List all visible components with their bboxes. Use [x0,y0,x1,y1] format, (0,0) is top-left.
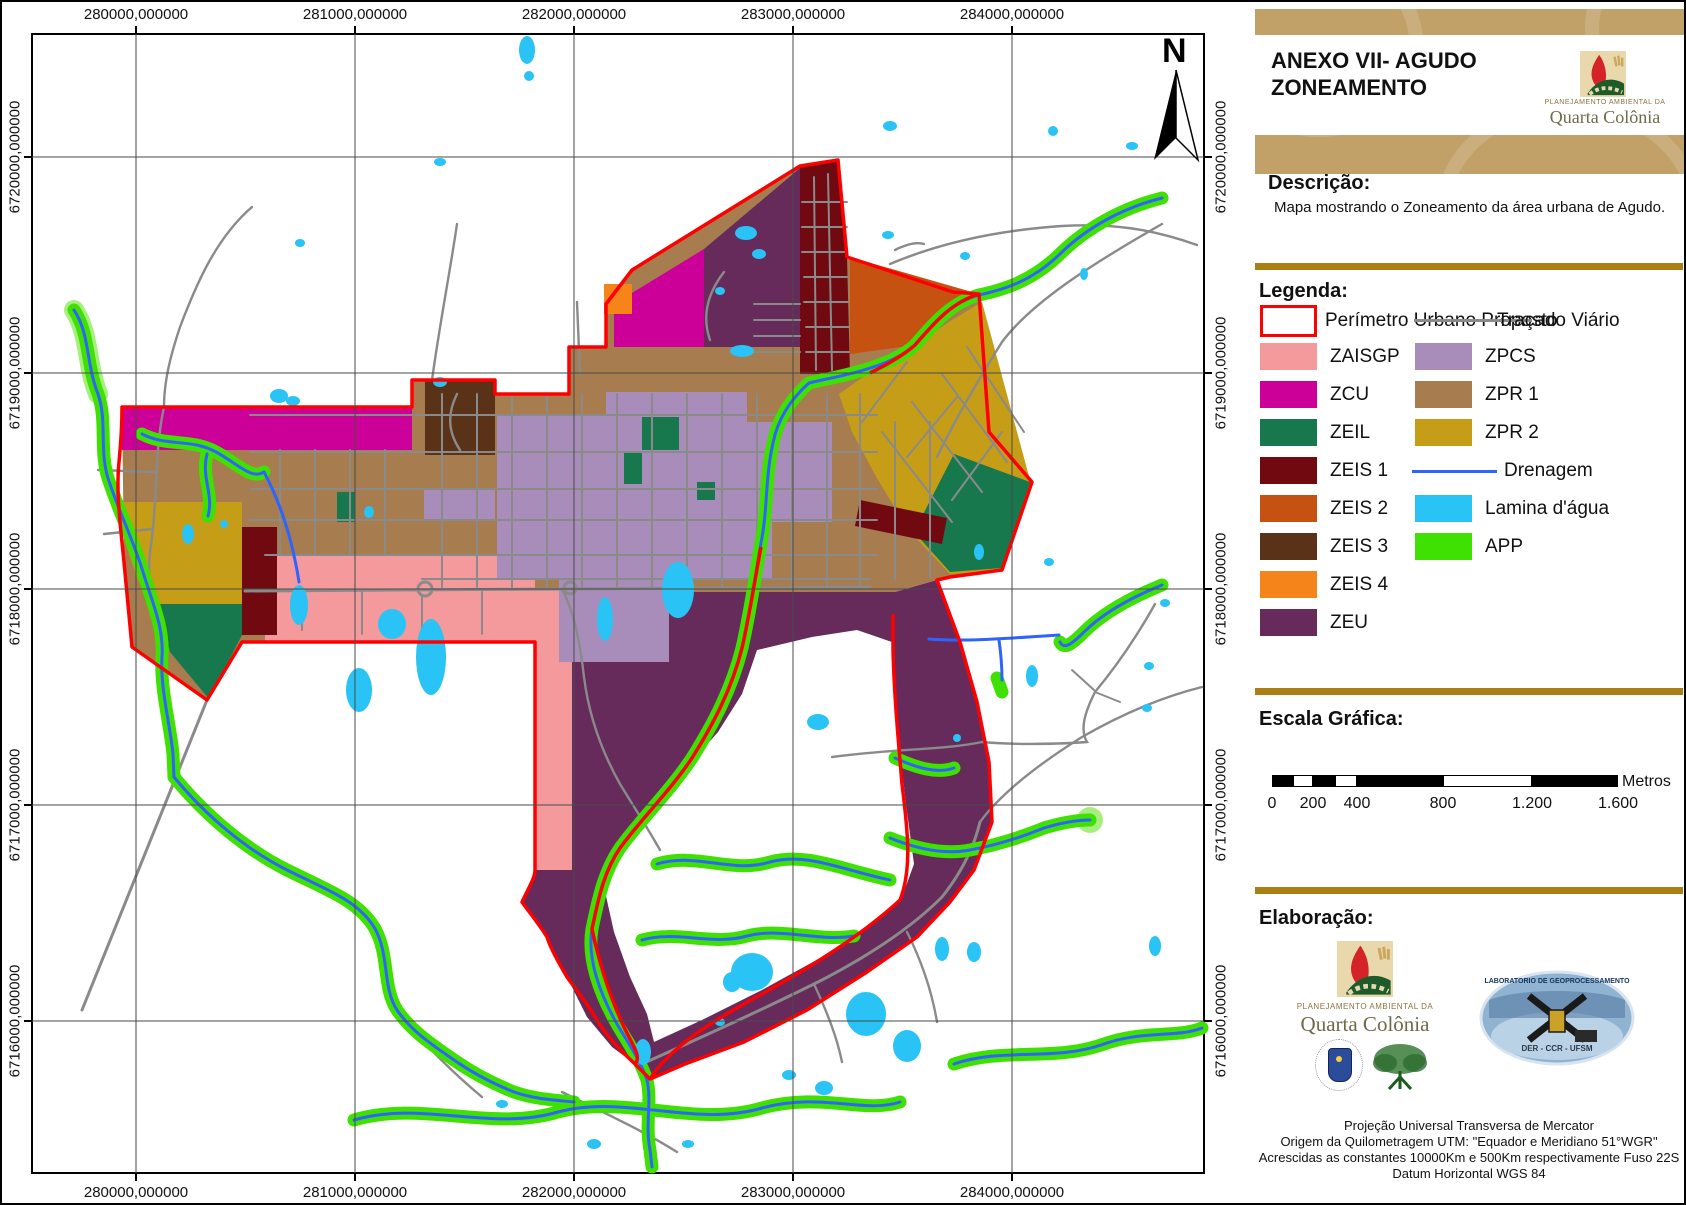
legend-swatch [1260,533,1317,560]
page-title: ANEXO VII- AGUDO ZONEAMENTO [1271,47,1477,101]
axis-label-y-right: 6718000,000000 [1213,533,1230,646]
scale-unit: Metros [1622,773,1671,791]
zone-zeil-block [642,417,679,450]
legend-swatch [1260,495,1317,522]
axis-label-x-bottom: 281000,000000 [303,1184,407,1201]
scale-label: 200 [1300,795,1327,813]
axis-label-y-left: 6719000,000000 [7,317,24,430]
scale-label: 400 [1344,795,1371,813]
legend-swatch [1415,419,1472,446]
axis-label-x-bottom: 280000,000000 [84,1184,188,1201]
scale-label: 1.200 [1512,795,1552,813]
zone-zeil-block [624,452,642,484]
legend-label: ZPR 1 [1485,384,1539,406]
legend-label: Drenagem [1504,460,1593,482]
axis-label-x-bottom: 283000,000000 [741,1184,845,1201]
axis-label-x-top: 284000,000000 [960,6,1064,23]
legend-swatch [1260,457,1317,484]
divider [1255,887,1683,894]
logo-caption-main: Quarta Colônia [1535,107,1675,128]
legend-swatch [1415,533,1472,560]
quarta-colonia-logo-icon [1337,940,1393,998]
legend-label: ZEIL [1330,422,1370,444]
axis-label-y-left: 6716000,000000 [7,965,24,1078]
footer-line: Datum Horizontal WGS 84 [1255,1166,1683,1182]
legend-label: ZPCS [1485,346,1536,368]
description-heading: Descrição: [1268,172,1370,195]
legend-label: ZEIS 2 [1330,498,1388,520]
footer-line: Projeção Universal Transversa de Mercato… [1255,1118,1683,1134]
axis-label-y-left: 6720000,000000 [7,101,24,214]
axis-label-x-bottom: 284000,000000 [960,1184,1064,1201]
axis-label-y-left: 6717000,000000 [7,749,24,862]
scale-bar: 0 200 400 800 1.200 1.600 [1272,775,1618,815]
axis-label-y-right: 6720000,000000 [1213,101,1230,214]
logo-caption-top: PLANEJAMENTO AMBIENTAL DA [1535,99,1675,106]
north-label: N [1162,32,1187,71]
axis-label-x-top: 282000,000000 [522,6,626,23]
axis-label-y-right: 6717000,000000 [1213,749,1230,862]
logo-caption-main: Quarta Colônia [1290,1012,1440,1037]
axis-label-y-right: 6716000,000000 [1213,965,1230,1078]
legend-label: APP [1485,536,1523,558]
quarta-colonia-logo-icon [1580,50,1626,98]
legend-label: ZEIS 3 [1330,536,1388,558]
legend-label: ZPR 2 [1485,422,1539,444]
footer-line: Origem da Quilometragem UTM: "Equador e … [1255,1134,1683,1150]
legend-heading: Legenda: [1259,280,1348,303]
axis-label-x-top: 280000,000000 [84,6,188,23]
legend-label: Traçado Viário [1497,310,1620,332]
legend-swatch [1260,381,1317,408]
description-text: Mapa mostrando o Zoneamento da área urba… [1274,199,1674,216]
legend-swatch [1415,343,1472,370]
legend-swatch [1260,419,1317,446]
zone-zeis1-west [242,527,277,635]
axis-label-y-right: 6719000,000000 [1213,317,1230,430]
geo-logo-bottom-text: DER - CCR - UFSM [1484,1044,1630,1053]
legend-label: ZEU [1330,612,1368,634]
elaboration-heading: Elaboração: [1259,907,1373,930]
legend-label: ZEIS 1 [1330,460,1388,482]
projection-footer: Projeção Universal Transversa de Mercato… [1255,1118,1683,1182]
legend-swatch [1415,495,1472,522]
scale-heading: Escala Gráfica: [1259,708,1404,731]
legend-swatch [1260,343,1317,370]
legend-symbol-drenagem [1412,470,1497,473]
legend-swatch [1415,381,1472,408]
divider [1255,688,1683,695]
legend-swatch [1260,571,1317,598]
footer-line: Acrescidas as constantes 10000Km e 500Km… [1255,1150,1683,1166]
map-sheet: N 280000,000000 281000,000000 282000,000… [0,0,1686,1205]
legend-swatch [1260,609,1317,636]
geo-logo-arc-text: LABORATORIO DE GEOPROCESSAMENTO [1484,978,1630,985]
logo-caption-top: PLANEJAMENTO AMBIENTAL DA [1290,1002,1440,1011]
zone-zeil-block [337,492,355,522]
tree-logo-icon [1367,1041,1433,1093]
legend-label: ZCU [1330,384,1369,406]
title-box: ANEXO VII- AGUDO ZONEAMENTO PLANEJAMENTO… [1255,35,1685,135]
axis-label-x-top: 283000,000000 [741,6,845,23]
scale-label: 800 [1430,795,1457,813]
legend-label: Lamina d'água [1485,498,1609,520]
legend-label: ZAISGP [1330,346,1400,368]
zone-zeis3 [425,380,495,455]
zone-zeil-block [697,482,715,500]
legend-swatch-perimetro [1260,305,1317,337]
legend-label: ZEIS 4 [1330,574,1388,596]
map-canvas [2,2,1252,1205]
axis-label-x-top: 281000,000000 [303,6,407,23]
axis-label-x-bottom: 282000,000000 [522,1184,626,1201]
scale-label: 1.600 [1598,795,1638,813]
ufsm-crest-icon [1315,1039,1363,1091]
scale-label: 0 [1268,795,1277,813]
zone-zpcs-west [424,489,495,520]
divider [1255,263,1683,270]
axis-label-y-left: 6718000,000000 [7,533,24,646]
